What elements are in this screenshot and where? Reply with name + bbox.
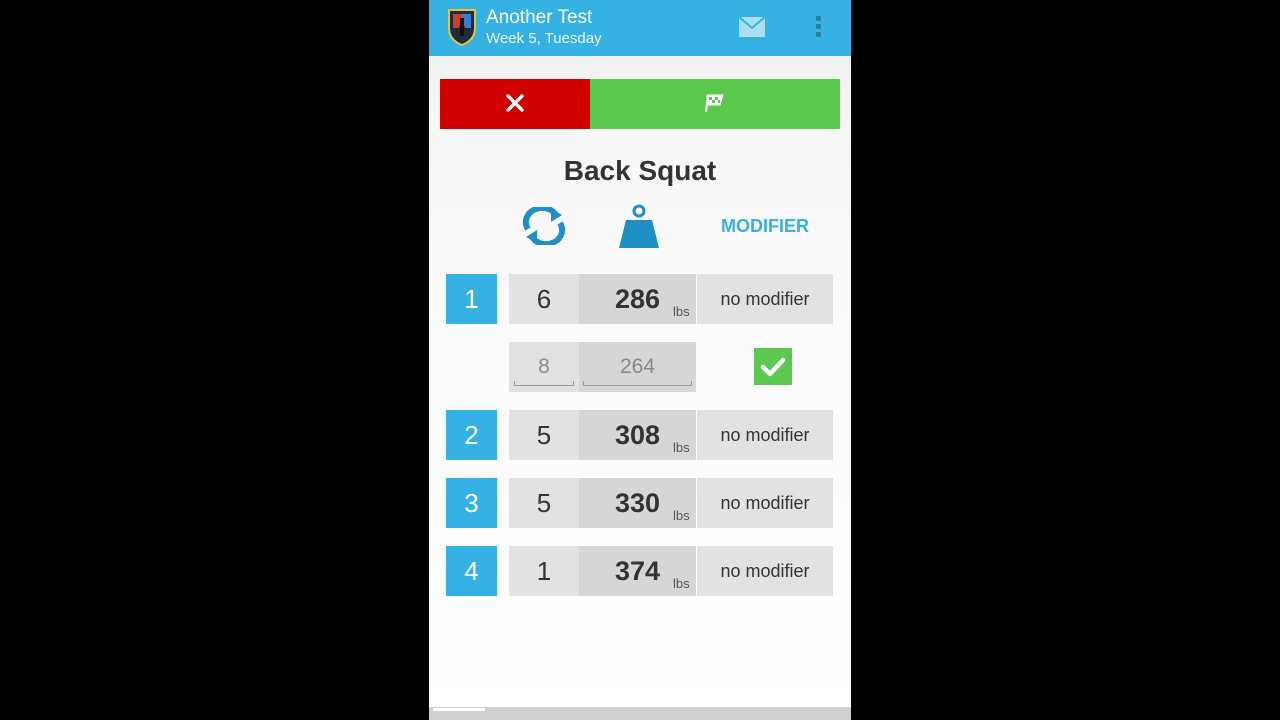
weight-cell[interactable]: 286 lbs: [579, 274, 696, 324]
overflow-menu-icon[interactable]: [811, 13, 825, 41]
close-icon: [506, 93, 524, 112]
checkmark-icon: [760, 357, 786, 376]
modifier-value[interactable]: no modifier: [697, 546, 833, 596]
actual-reps-field[interactable]: 8: [509, 342, 579, 392]
scroll-indicator: [429, 707, 851, 720]
weight-unit: lbs: [673, 508, 690, 523]
set-number[interactable]: 1: [446, 274, 497, 324]
set-row: 2 5 308 lbs no modifier: [429, 410, 851, 460]
mail-icon[interactable]: [738, 16, 766, 38]
weight-unit: lbs: [673, 440, 690, 455]
app-screen: Another Test Week 5, Tuesday Back Squat: [429, 0, 851, 720]
repeat-arrows-icon: [522, 207, 566, 245]
set-number[interactable]: 2: [446, 410, 497, 460]
set-row: 4 1 374 lbs no modifier: [429, 546, 851, 596]
set-row: 3 5 330 lbs no modifier: [429, 478, 851, 528]
weight-unit: lbs: [673, 576, 690, 591]
confirm-set-button[interactable]: [754, 348, 792, 385]
cancel-workout-button[interactable]: [440, 79, 590, 129]
weight-unit: lbs: [673, 304, 690, 319]
actual-weight-placeholder: 264: [619, 355, 656, 378]
kettlebell-weight-icon: [619, 204, 659, 248]
scroll-thumb: [433, 708, 485, 711]
modifier-value[interactable]: no modifier: [697, 274, 833, 324]
set-row: 1 6 286 lbs no modifier: [429, 274, 851, 324]
app-shield-logo[interactable]: [447, 8, 477, 46]
set-number[interactable]: 4: [446, 546, 497, 596]
actual-weight-field[interactable]: 264: [579, 342, 696, 392]
reps-value[interactable]: 1: [509, 546, 579, 596]
checkered-flag-icon: [705, 94, 724, 112]
current-set-entry: 8 264: [429, 342, 851, 392]
modifier-value[interactable]: no modifier: [697, 410, 833, 460]
exercise-name: Back Squat: [563, 155, 717, 186]
workout-subtitle: Week 5, Tuesday: [486, 30, 602, 47]
finish-workout-button[interactable]: [590, 79, 840, 129]
modifier-value[interactable]: no modifier: [697, 478, 833, 528]
weight-cell[interactable]: 330 lbs: [579, 478, 696, 528]
reps-value[interactable]: 6: [509, 274, 579, 324]
workout-title: Another Test: [486, 7, 593, 28]
actual-reps-placeholder: 8: [538, 355, 550, 378]
action-bar-titles: Another Test Week 5, Tuesday: [486, 7, 602, 49]
modifier-column-header: MODIFIER: [721, 216, 809, 236]
weight-cell[interactable]: 308 lbs: [579, 410, 696, 460]
action-bar: Another Test Week 5, Tuesday: [429, 0, 851, 56]
set-number[interactable]: 3: [446, 478, 497, 528]
reps-value[interactable]: 5: [509, 478, 579, 528]
reps-value[interactable]: 5: [509, 410, 579, 460]
weight-cell[interactable]: 374 lbs: [579, 546, 696, 596]
